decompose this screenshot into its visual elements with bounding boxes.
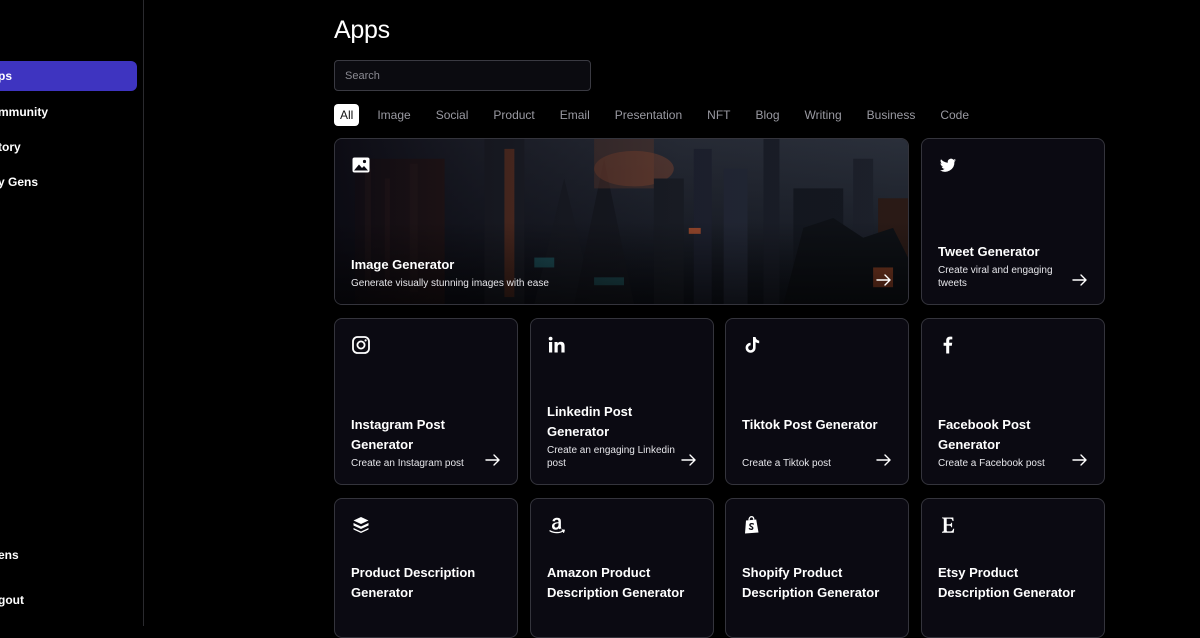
app-card-amazon[interactable]: Amazon Product Description Generator bbox=[530, 498, 714, 638]
sidebar-item-apps[interactable]: ps bbox=[0, 61, 137, 91]
card-title: Shopify Product Description Generator bbox=[742, 565, 880, 600]
amazon-icon bbox=[549, 517, 566, 534]
arrow-right-icon bbox=[876, 274, 891, 286]
tab-writing[interactable]: Writing bbox=[799, 104, 848, 126]
box-icon bbox=[353, 517, 369, 533]
tab-blog[interactable]: Blog bbox=[749, 104, 785, 126]
arrow-right-icon bbox=[485, 454, 500, 466]
card-description: Create an engaging Linkedin post bbox=[547, 445, 675, 469]
sidebar-item-logout[interactable]: gout bbox=[0, 585, 137, 615]
app-card-linkedin[interactable]: Linkedin Post Generator Create an engagi… bbox=[530, 318, 714, 485]
sidebar: ps mmunity tory y Gens ens gout bbox=[0, 0, 144, 626]
tab-product[interactable]: Product bbox=[487, 104, 540, 126]
card-title: Product Description Generator bbox=[351, 565, 476, 600]
tab-business[interactable]: Business bbox=[861, 104, 922, 126]
sidebar-item-gens[interactable]: ens bbox=[0, 540, 137, 570]
app-card-tweet-generator[interactable]: Tweet Generator Create viral and engagin… bbox=[921, 138, 1105, 305]
tab-nft[interactable]: NFT bbox=[701, 104, 736, 126]
search-input[interactable] bbox=[334, 60, 591, 91]
tab-all[interactable]: All bbox=[334, 104, 360, 126]
sidebar-item-label: gout bbox=[0, 593, 24, 607]
card-title: Tiktok Post Generator bbox=[742, 417, 878, 432]
sidebar-item-label: tory bbox=[0, 140, 21, 154]
page-title: Apps bbox=[334, 16, 390, 44]
card-description: Create a Facebook post bbox=[938, 458, 1045, 469]
card-description: Generate visually stunning images with e… bbox=[351, 278, 549, 289]
tab-social[interactable]: Social bbox=[430, 104, 475, 126]
etsy-icon bbox=[942, 517, 955, 533]
category-tabs: All Image Social Product Email Presentat… bbox=[334, 104, 988, 126]
sidebar-item-community[interactable]: mmunity bbox=[0, 97, 137, 127]
linkedin-icon bbox=[548, 336, 565, 353]
card-title: Facebook Post Generator bbox=[938, 417, 1031, 452]
tab-code[interactable]: Code bbox=[934, 104, 975, 126]
app-card-image-generator[interactable]: Image Generator Generate visually stunni… bbox=[334, 138, 909, 305]
app-card-etsy[interactable]: Etsy Product Description Generator bbox=[921, 498, 1105, 638]
card-description: Create an Instagram post bbox=[351, 458, 464, 469]
arrow-right-icon bbox=[681, 454, 696, 466]
facebook-icon bbox=[943, 336, 953, 354]
sidebar-item-label: y Gens bbox=[0, 175, 39, 189]
arrow-right-icon bbox=[876, 454, 891, 466]
card-title: Linkedin Post Generator bbox=[547, 404, 633, 439]
instagram-icon bbox=[352, 336, 370, 354]
sidebar-item-my-gens[interactable]: y Gens bbox=[0, 167, 137, 197]
tiktok-icon bbox=[745, 337, 760, 353]
sidebar-item-label: ens bbox=[0, 548, 19, 562]
card-description: Create viral and engaging tweets bbox=[938, 265, 1053, 289]
shopify-icon bbox=[745, 515, 759, 534]
sidebar-item-history[interactable]: tory bbox=[0, 132, 137, 162]
app-card-facebook[interactable]: Facebook Post Generator Create a Faceboo… bbox=[921, 318, 1105, 485]
arrow-right-icon bbox=[1072, 454, 1087, 466]
app-card-shopify[interactable]: Shopify Product Description Generator bbox=[725, 498, 909, 638]
tab-presentation[interactable]: Presentation bbox=[609, 104, 688, 126]
arrow-right-icon bbox=[1072, 274, 1087, 286]
card-title: Instagram Post Generator bbox=[351, 417, 445, 452]
twitter-icon bbox=[940, 158, 956, 172]
sidebar-item-label: ps bbox=[0, 69, 13, 83]
card-title: Image Generator bbox=[351, 257, 455, 272]
tab-email[interactable]: Email bbox=[554, 104, 596, 126]
card-title: Etsy Product Description Generator bbox=[938, 565, 1076, 600]
app-card-tiktok[interactable]: Tiktok Post Generator Create a Tiktok po… bbox=[725, 318, 909, 485]
app-card-product-description[interactable]: Product Description Generator bbox=[334, 498, 518, 638]
sidebar-item-label: mmunity bbox=[0, 105, 49, 119]
tab-image[interactable]: Image bbox=[371, 104, 416, 126]
card-title: Tweet Generator bbox=[938, 244, 1040, 259]
card-title: Amazon Product Description Generator bbox=[547, 565, 685, 600]
app-card-instagram[interactable]: Instagram Post Generator Create an Insta… bbox=[334, 318, 518, 485]
image-icon bbox=[352, 157, 370, 173]
card-description: Create a Tiktok post bbox=[742, 458, 831, 469]
